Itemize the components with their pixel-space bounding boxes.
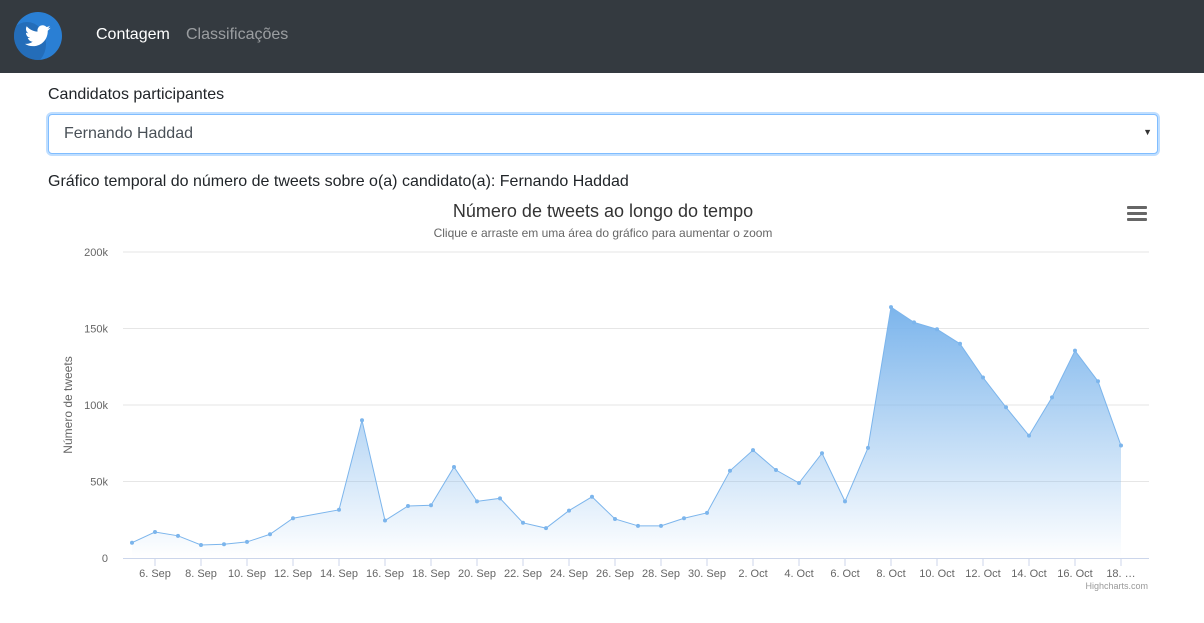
data-point: [1119, 443, 1123, 448]
data-point: [199, 542, 203, 547]
data-point: [291, 516, 295, 521]
twitter-bird-icon[interactable]: [14, 12, 62, 60]
chart-caption: Gráfico temporal do número de tweets sob…: [48, 173, 629, 190]
y-tick-label: 200k: [84, 247, 108, 259]
x-tick-label: 18. …: [1106, 568, 1135, 580]
tweets-chart[interactable]: Número de tweets ao longo do tempo Cliqu…: [48, 196, 1158, 596]
data-point: [659, 523, 663, 528]
data-point: [452, 464, 456, 469]
candidates-label: Candidatos participantes: [48, 86, 225, 103]
data-point: [567, 508, 571, 513]
top-navbar: Contagem Classificações: [0, 0, 1204, 73]
data-point: [222, 542, 226, 547]
data-point: [360, 418, 364, 423]
nav-link-contagem[interactable]: Contagem: [96, 25, 170, 45]
nav-link-classificacoes[interactable]: Classificações: [186, 25, 288, 45]
data-point: [544, 526, 548, 531]
chevron-down-icon: ▼: [1143, 127, 1152, 137]
candidate-select[interactable]: Fernando Haddad ▼: [48, 114, 1158, 154]
data-point: [245, 539, 249, 544]
data-point: [337, 507, 341, 512]
data-point: [820, 451, 824, 456]
data-point: [590, 494, 594, 499]
x-tick-label: 10. Sep: [228, 568, 266, 580]
data-point: [774, 468, 778, 473]
data-point: [176, 533, 180, 538]
x-tick-label: 6. Oct: [830, 568, 859, 580]
data-point: [1073, 348, 1077, 353]
x-tick-label: 16. Oct: [1057, 568, 1092, 580]
data-point: [728, 468, 732, 473]
series-area-fill: [132, 307, 1121, 558]
data-point: [935, 327, 939, 332]
x-tick-label: 18. Sep: [412, 568, 450, 580]
data-point: [153, 529, 157, 534]
data-point: [498, 496, 502, 501]
y-tick-label: 50k: [90, 477, 108, 489]
x-tick-label: 8. Sep: [185, 568, 217, 580]
data-point: [958, 341, 962, 346]
x-tick-label: 2. Oct: [738, 568, 767, 580]
x-tick-label: 14. Sep: [320, 568, 358, 580]
data-point: [1004, 405, 1008, 410]
x-tick-label: 26. Sep: [596, 568, 634, 580]
x-tick-label: 24. Sep: [550, 568, 588, 580]
data-point: [1096, 379, 1100, 384]
x-tick-label: 14. Oct: [1011, 568, 1046, 580]
x-tick-label: 20. Sep: [458, 568, 496, 580]
y-tick-label: 0: [102, 553, 108, 565]
x-tick-label: 22. Sep: [504, 568, 542, 580]
x-tick-label: 30. Sep: [688, 568, 726, 580]
data-point: [843, 499, 847, 504]
chart-plot[interactable]: 0 50k 100k 150k 200k Número de tweets 6. Sep 8.…: [48, 196, 1158, 596]
data-point: [751, 448, 755, 453]
data-point: [682, 516, 686, 521]
data-point: [475, 499, 479, 504]
x-tick-label: 16. Sep: [366, 568, 404, 580]
data-point: [1050, 395, 1054, 400]
x-tick-label: 12. Oct: [965, 568, 1000, 580]
data-point: [383, 518, 387, 523]
data-point: [797, 481, 801, 486]
x-tick-label: 28. Sep: [642, 568, 680, 580]
data-point: [268, 532, 272, 537]
data-point: [613, 516, 617, 521]
data-point: [636, 523, 640, 528]
data-point: [981, 375, 985, 380]
data-point: [406, 503, 410, 508]
x-tick-label: 10. Oct: [919, 568, 954, 580]
data-point: [866, 445, 870, 450]
data-point: [521, 520, 525, 525]
x-tick-label: 12. Sep: [274, 568, 312, 580]
data-point: [1027, 433, 1031, 438]
data-point: [912, 320, 916, 325]
candidate-select-value: Fernando Haddad: [64, 125, 193, 142]
y-tick-label: 150k: [84, 324, 108, 336]
y-tick-label: 100k: [84, 400, 108, 412]
y-axis-title: Número de tweets: [61, 356, 75, 453]
chart-credits[interactable]: Highcharts.com: [1085, 581, 1148, 591]
data-point: [130, 540, 134, 545]
data-point: [429, 503, 433, 508]
x-tick-label: 8. Oct: [876, 568, 905, 580]
x-tick-label: 6. Sep: [139, 568, 171, 580]
data-point: [705, 510, 709, 515]
data-point: [889, 305, 893, 310]
twitter-bird-glyph: [25, 25, 51, 47]
x-tick-label: 4. Oct: [784, 568, 813, 580]
